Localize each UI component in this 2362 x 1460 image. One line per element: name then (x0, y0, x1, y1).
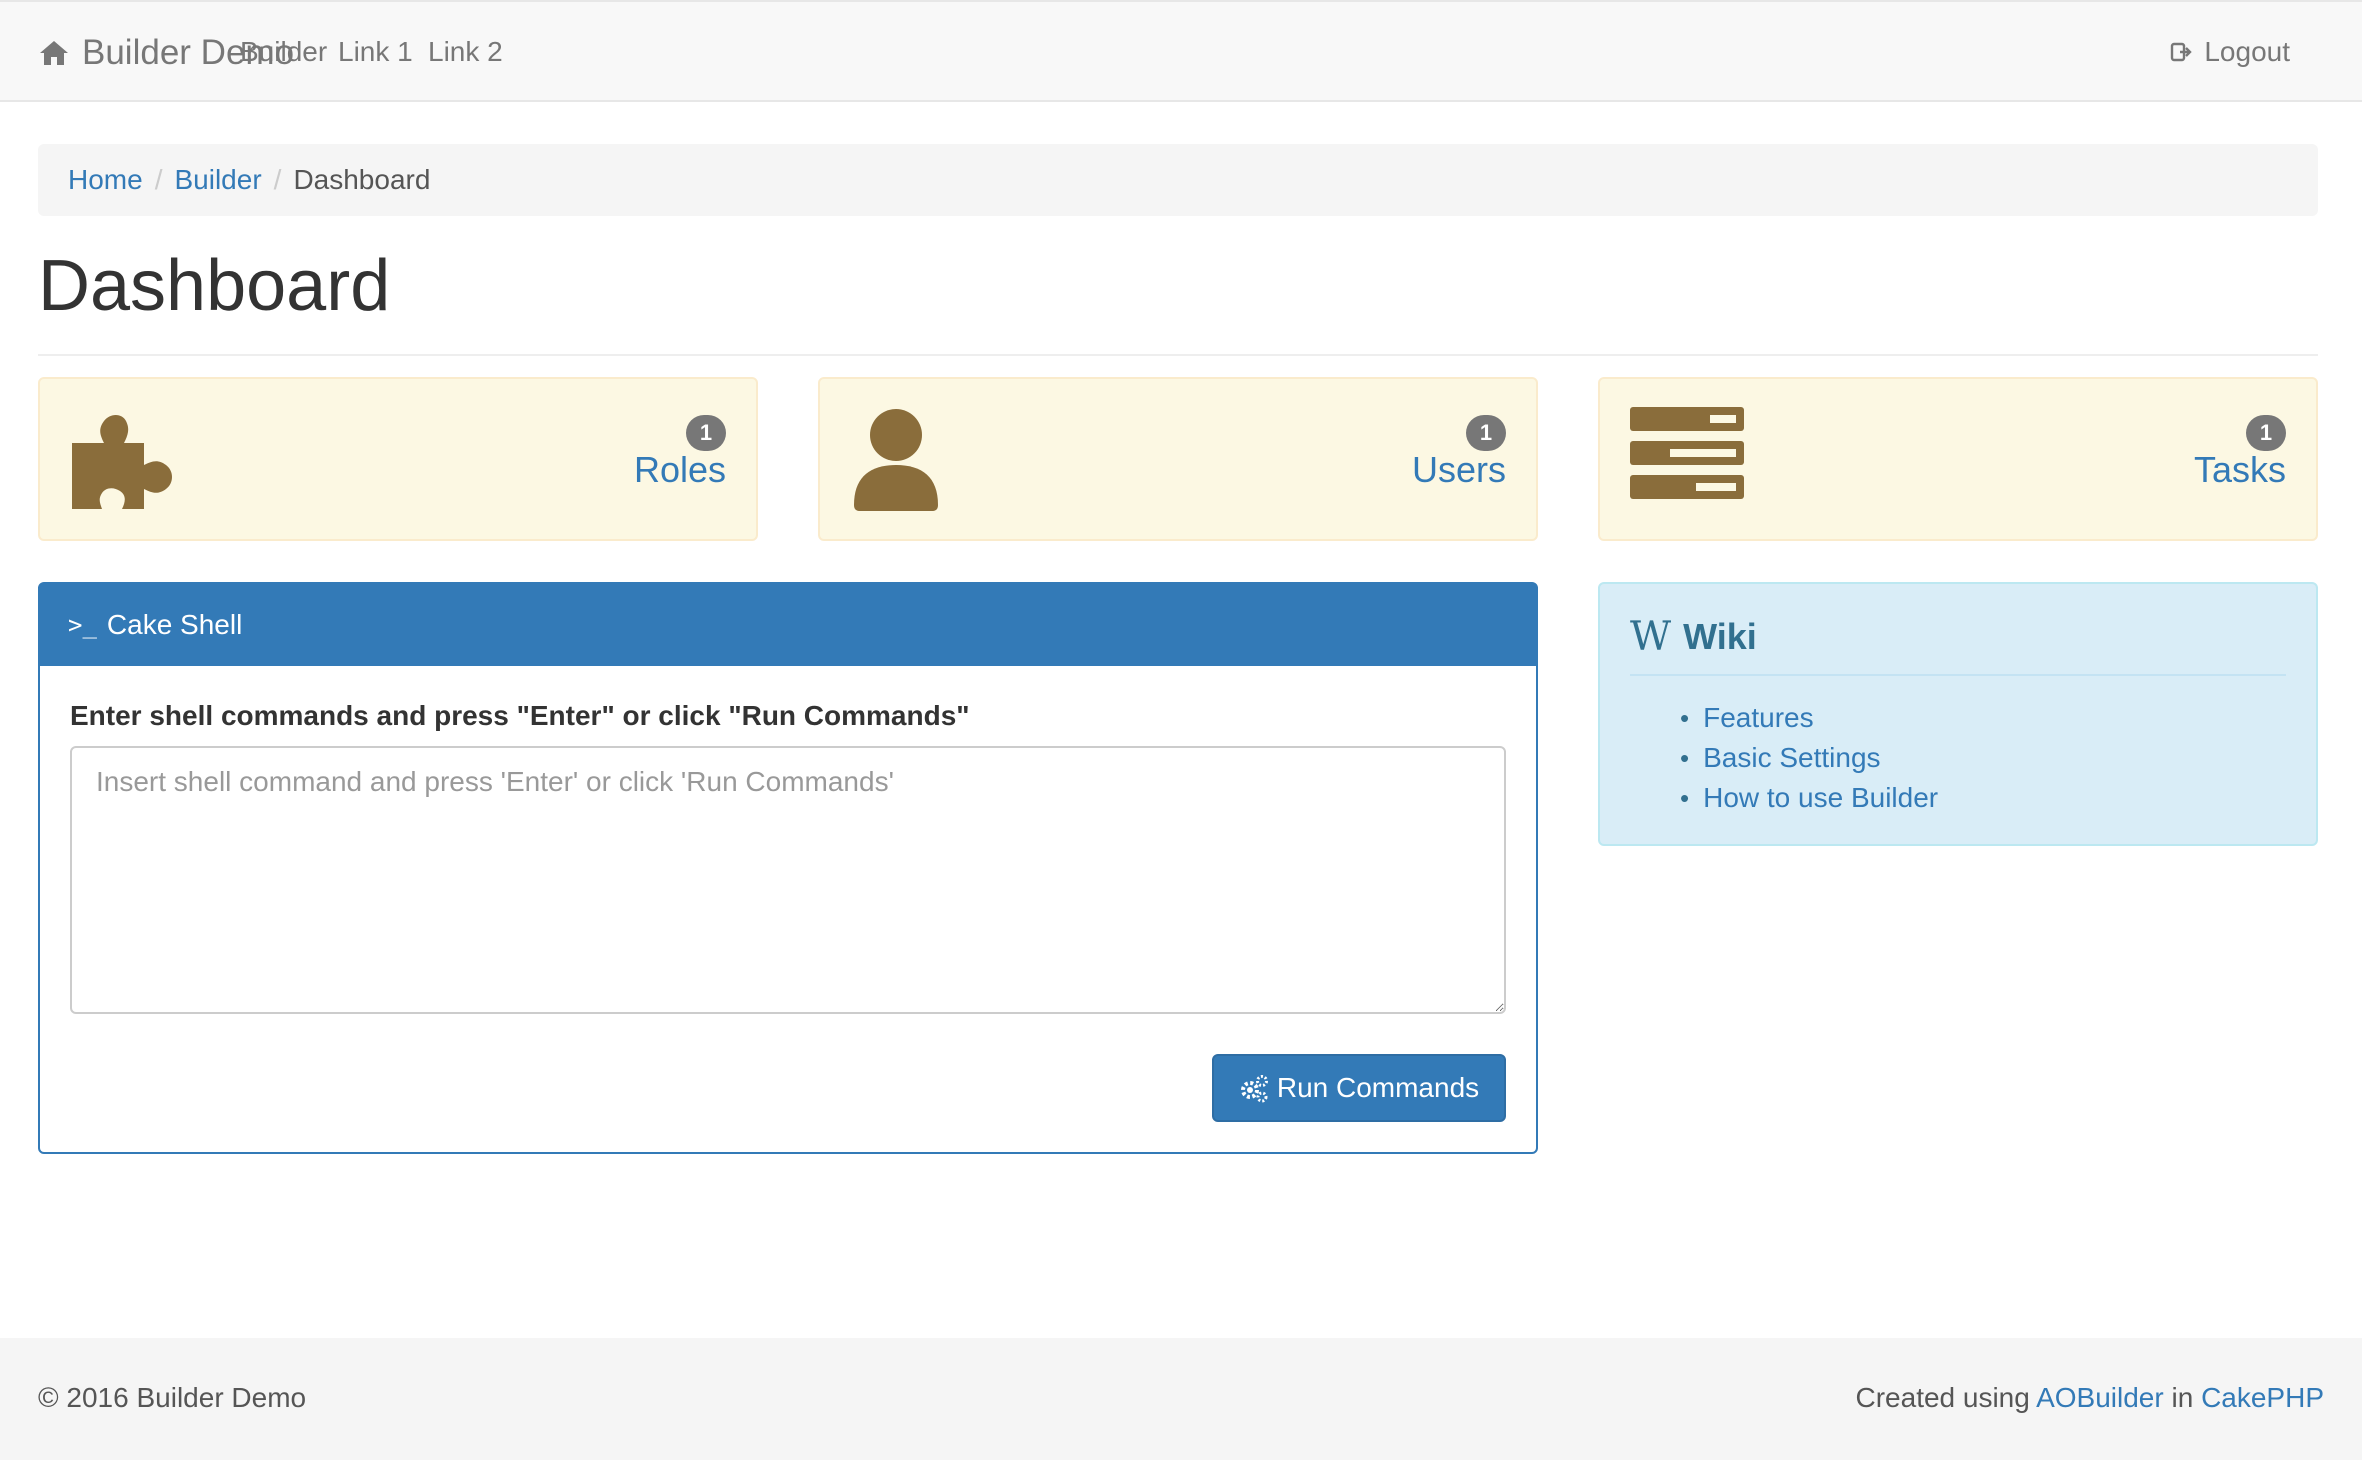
cogs-icon (1240, 1075, 1268, 1103)
run-commands-button[interactable]: Run Commands (1212, 1054, 1506, 1122)
list-item: Features (1680, 698, 1938, 738)
top-navbar: Builder Demo Builder Link 1 Link 2 Logou… (0, 0, 2362, 102)
shell-commands-label: Enter shell commands and press "Enter" o… (70, 700, 970, 731)
users-label: Users (1411, 449, 1506, 490)
page-title: Dashboard (38, 246, 391, 326)
title-divider (38, 354, 2318, 356)
shell-command-input[interactable] (70, 746, 1506, 1014)
breadcrumb-separator: / (154, 164, 163, 195)
logout-link[interactable]: Logout (2170, 36, 2290, 68)
footer-in-text: in (2171, 1382, 2194, 1413)
wiki-links: Features Basic Settings How to use Build… (1680, 698, 1938, 818)
breadcrumb-separator: / (273, 164, 282, 195)
breadcrumb-builder[interactable]: Builder (174, 164, 261, 196)
tasks-label: Tasks (2193, 449, 2286, 490)
stat-card-roles[interactable]: 1 Roles (38, 377, 758, 541)
cake-shell-panel: >_ Cake Shell Enter shell commands and p… (38, 582, 1538, 1154)
breadcrumb-active: Dashboard (293, 164, 431, 195)
wiki-panel: W Wiki Features Basic Settings How to us… (1598, 582, 2318, 846)
wiki-link-how-to-use[interactable]: How to use Builder (1703, 782, 1938, 814)
tasks-count-badge: 1 (2246, 415, 2286, 451)
nav-link-builder[interactable]: Builder (240, 36, 327, 68)
wiki-heading: W Wiki (1630, 614, 1757, 660)
wiki-divider (1630, 674, 2286, 676)
run-commands-label: Run Commands (1276, 1072, 1480, 1103)
wikipedia-icon: W (1630, 614, 1672, 660)
cake-shell-heading: >_ Cake Shell (40, 584, 1536, 666)
terminal-icon: >_ (68, 611, 97, 639)
stat-card-tasks[interactable]: 1 Tasks (1598, 377, 2318, 541)
cakephp-link[interactable]: CakePHP (2201, 1382, 2324, 1413)
breadcrumb: Home / Builder / Dashboard (38, 144, 2318, 216)
list-item: How to use Builder (1680, 778, 1938, 818)
puzzle-icon (72, 415, 172, 509)
footer-created-text: Created using (1855, 1382, 2030, 1413)
stat-card-users[interactable]: 1 Users (818, 377, 1538, 541)
logout-icon (2171, 42, 2193, 62)
home-icon (40, 41, 68, 65)
nav-link-2[interactable]: Link 2 (428, 36, 503, 68)
wiki-title: Wiki (1683, 616, 1757, 657)
users-count-badge: 1 (1466, 415, 1506, 451)
logout-label: Logout (2204, 36, 2290, 67)
roles-label: Roles (633, 449, 726, 490)
aobuilder-link[interactable]: AOBuilder (2036, 1382, 2164, 1413)
user-icon (854, 409, 938, 511)
wiki-link-features[interactable]: Features (1703, 702, 1814, 734)
wiki-link-basic-settings[interactable]: Basic Settings (1703, 742, 1880, 774)
roles-count-badge: 1 (686, 415, 726, 451)
cake-shell-title: Cake Shell (106, 609, 243, 640)
footer-copyright: © 2016 Builder Demo (38, 1382, 307, 1413)
list-item: Basic Settings (1680, 738, 1938, 778)
footer-credits: Created using AOBuilder in CakePHP (1856, 1382, 2325, 1414)
footer: © 2016 Builder Demo Created using AOBuil… (0, 1338, 2362, 1460)
tasks-icon (1630, 407, 1744, 499)
breadcrumb-home[interactable]: Home (68, 164, 143, 196)
nav-link-1[interactable]: Link 1 (338, 36, 413, 68)
